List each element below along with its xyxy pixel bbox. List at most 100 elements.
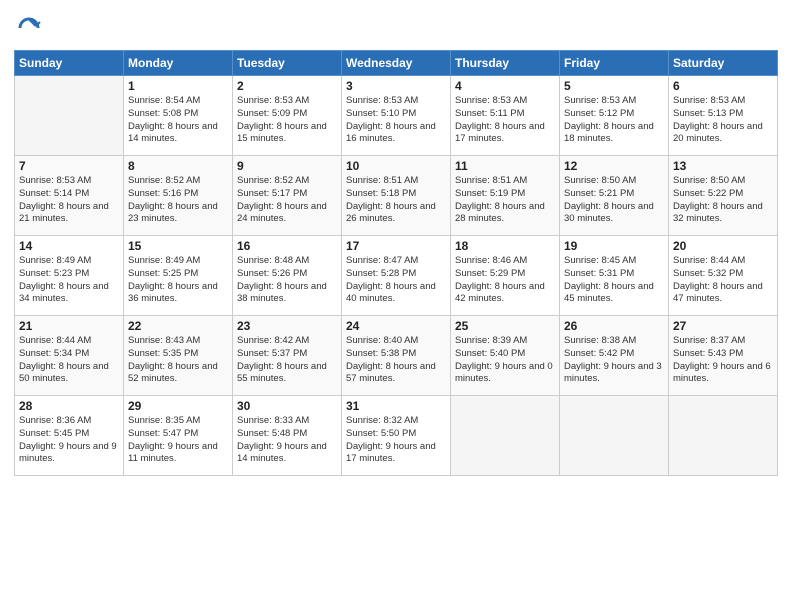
day-number: 25 (455, 319, 555, 333)
day-number: 15 (128, 239, 228, 253)
cell-content: Sunrise: 8:35 AM Sunset: 5:47 PM Dayligh… (128, 415, 228, 466)
logo-icon (14, 14, 42, 42)
calendar-table: SundayMondayTuesdayWednesdayThursdayFrid… (14, 50, 778, 476)
cell-content: Sunrise: 8:38 AM Sunset: 5:42 PM Dayligh… (564, 335, 664, 386)
calendar-cell: 12 Sunrise: 8:50 AM Sunset: 5:21 PM Dayli… (560, 156, 669, 236)
calendar-cell: 28 Sunrise: 8:36 AM Sunset: 5:45 PM Dayli… (15, 396, 124, 476)
calendar-cell: 10 Sunrise: 8:51 AM Sunset: 5:18 PM Dayli… (342, 156, 451, 236)
calendar-week-row: 7Sunrise: 8:53 AM Sunset: 5:14 PM Daylig… (15, 156, 778, 236)
calendar-cell: 14Sunrise: 8:49 AM Sunset: 5:23 PM Dayli… (15, 236, 124, 316)
cell-content: Sunrise: 8:44 AM Sunset: 5:32 PM Dayligh… (673, 255, 773, 306)
calendar-cell (451, 396, 560, 476)
day-number: 17 (346, 239, 446, 253)
day-number: 30 (237, 399, 337, 413)
day-number: 6 (673, 79, 773, 93)
calendar-cell (15, 76, 124, 156)
calendar-cell: 20 Sunrise: 8:44 AM Sunset: 5:32 PM Dayli… (669, 236, 778, 316)
cell-content: Sunrise: 8:49 AM Sunset: 5:25 PM Dayligh… (128, 255, 228, 306)
calendar-cell: 8 Sunrise: 8:52 AM Sunset: 5:16 PM Daylig… (124, 156, 233, 236)
header (14, 10, 778, 42)
cell-content: Sunrise: 8:53 AM Sunset: 5:12 PM Dayligh… (564, 95, 664, 146)
day-number: 31 (346, 399, 446, 413)
cell-content: Sunrise: 8:49 AM Sunset: 5:23 PM Dayligh… (19, 255, 119, 306)
calendar-week-row: 1Sunrise: 8:54 AM Sunset: 5:08 PM Daylig… (15, 76, 778, 156)
cell-content: Sunrise: 8:51 AM Sunset: 5:18 PM Dayligh… (346, 175, 446, 226)
calendar-cell: 22 Sunrise: 8:43 AM Sunset: 5:35 PM Dayli… (124, 316, 233, 396)
calendar-cell: 2 Sunrise: 8:53 AM Sunset: 5:09 PM Daylig… (233, 76, 342, 156)
weekday-header-sunday: Sunday (15, 51, 124, 76)
day-number: 1 (128, 79, 228, 93)
weekday-header-row: SundayMondayTuesdayWednesdayThursdayFrid… (15, 51, 778, 76)
calendar-cell: 5 Sunrise: 8:53 AM Sunset: 5:12 PM Daylig… (560, 76, 669, 156)
calendar-week-row: 21 Sunrise: 8:44 AM Sunset: 5:34 PM Dayli… (15, 316, 778, 396)
cell-content: Sunrise: 8:37 AM Sunset: 5:43 PM Dayligh… (673, 335, 773, 386)
cell-content: Sunrise: 8:44 AM Sunset: 5:34 PM Dayligh… (19, 335, 119, 386)
day-number: 11 (455, 159, 555, 173)
calendar-cell: 26Sunrise: 8:38 AM Sunset: 5:42 PM Dayli… (560, 316, 669, 396)
day-number: 22 (128, 319, 228, 333)
cell-content: Sunrise: 8:52 AM Sunset: 5:16 PM Dayligh… (128, 175, 228, 226)
calendar-cell: 3Sunrise: 8:53 AM Sunset: 5:10 PM Daylig… (342, 76, 451, 156)
calendar-cell: 7Sunrise: 8:53 AM Sunset: 5:14 PM Daylig… (15, 156, 124, 236)
cell-content: Sunrise: 8:51 AM Sunset: 5:19 PM Dayligh… (455, 175, 555, 226)
day-number: 8 (128, 159, 228, 173)
day-number: 20 (673, 239, 773, 253)
weekday-header-wednesday: Wednesday (342, 51, 451, 76)
day-number: 10 (346, 159, 446, 173)
day-number: 21 (19, 319, 119, 333)
weekday-header-monday: Monday (124, 51, 233, 76)
weekday-header-thursday: Thursday (451, 51, 560, 76)
calendar-cell: 27Sunrise: 8:37 AM Sunset: 5:43 PM Dayli… (669, 316, 778, 396)
calendar-cell: 1Sunrise: 8:54 AM Sunset: 5:08 PM Daylig… (124, 76, 233, 156)
cell-content: Sunrise: 8:53 AM Sunset: 5:14 PM Dayligh… (19, 175, 119, 226)
calendar-week-row: 14Sunrise: 8:49 AM Sunset: 5:23 PM Dayli… (15, 236, 778, 316)
calendar-cell: 9 Sunrise: 8:52 AM Sunset: 5:17 PM Daylig… (233, 156, 342, 236)
calendar-cell: 30 Sunrise: 8:33 AM Sunset: 5:48 PM Dayli… (233, 396, 342, 476)
calendar-cell: 23 Sunrise: 8:42 AM Sunset: 5:37 PM Dayli… (233, 316, 342, 396)
calendar-cell: 18Sunrise: 8:46 AM Sunset: 5:29 PM Dayli… (451, 236, 560, 316)
day-number: 9 (237, 159, 337, 173)
calendar-cell: 25 Sunrise: 8:39 AM Sunset: 5:40 PM Dayli… (451, 316, 560, 396)
cell-content: Sunrise: 8:47 AM Sunset: 5:28 PM Dayligh… (346, 255, 446, 306)
page-container: SundayMondayTuesdayWednesdayThursdayFrid… (0, 0, 792, 612)
day-number: 19 (564, 239, 664, 253)
weekday-header-friday: Friday (560, 51, 669, 76)
cell-content: Sunrise: 8:52 AM Sunset: 5:17 PM Dayligh… (237, 175, 337, 226)
calendar-cell: 19Sunrise: 8:45 AM Sunset: 5:31 PM Dayli… (560, 236, 669, 316)
calendar-cell: 11 Sunrise: 8:51 AM Sunset: 5:19 PM Dayli… (451, 156, 560, 236)
day-number: 16 (237, 239, 337, 253)
day-number: 18 (455, 239, 555, 253)
cell-content: Sunrise: 8:50 AM Sunset: 5:22 PM Dayligh… (673, 175, 773, 226)
day-number: 5 (564, 79, 664, 93)
cell-content: Sunrise: 8:32 AM Sunset: 5:50 PM Dayligh… (346, 415, 446, 466)
day-number: 28 (19, 399, 119, 413)
weekday-header-saturday: Saturday (669, 51, 778, 76)
calendar-cell: 24Sunrise: 8:40 AM Sunset: 5:38 PM Dayli… (342, 316, 451, 396)
day-number: 3 (346, 79, 446, 93)
calendar-cell: 17 Sunrise: 8:47 AM Sunset: 5:28 PM Dayli… (342, 236, 451, 316)
calendar-cell: 6 Sunrise: 8:53 AM Sunset: 5:13 PM Daylig… (669, 76, 778, 156)
calendar-cell (669, 396, 778, 476)
day-number: 23 (237, 319, 337, 333)
calendar-cell: 4 Sunrise: 8:53 AM Sunset: 5:11 PM Daylig… (451, 76, 560, 156)
cell-content: Sunrise: 8:50 AM Sunset: 5:21 PM Dayligh… (564, 175, 664, 226)
cell-content: Sunrise: 8:42 AM Sunset: 5:37 PM Dayligh… (237, 335, 337, 386)
calendar-cell: 31 Sunrise: 8:32 AM Sunset: 5:50 PM Dayli… (342, 396, 451, 476)
calendar-cell: 15 Sunrise: 8:49 AM Sunset: 5:25 PM Dayli… (124, 236, 233, 316)
cell-content: Sunrise: 8:53 AM Sunset: 5:13 PM Dayligh… (673, 95, 773, 146)
cell-content: Sunrise: 8:33 AM Sunset: 5:48 PM Dayligh… (237, 415, 337, 466)
cell-content: Sunrise: 8:39 AM Sunset: 5:40 PM Dayligh… (455, 335, 555, 386)
weekday-header-tuesday: Tuesday (233, 51, 342, 76)
cell-content: Sunrise: 8:36 AM Sunset: 5:45 PM Dayligh… (19, 415, 119, 466)
cell-content: Sunrise: 8:53 AM Sunset: 5:09 PM Dayligh… (237, 95, 337, 146)
day-number: 13 (673, 159, 773, 173)
day-number: 24 (346, 319, 446, 333)
calendar-cell: 29Sunrise: 8:35 AM Sunset: 5:47 PM Dayli… (124, 396, 233, 476)
day-number: 4 (455, 79, 555, 93)
cell-content: Sunrise: 8:53 AM Sunset: 5:11 PM Dayligh… (455, 95, 555, 146)
cell-content: Sunrise: 8:43 AM Sunset: 5:35 PM Dayligh… (128, 335, 228, 386)
day-number: 2 (237, 79, 337, 93)
calendar-cell (560, 396, 669, 476)
day-number: 12 (564, 159, 664, 173)
calendar-cell: 21 Sunrise: 8:44 AM Sunset: 5:34 PM Dayli… (15, 316, 124, 396)
